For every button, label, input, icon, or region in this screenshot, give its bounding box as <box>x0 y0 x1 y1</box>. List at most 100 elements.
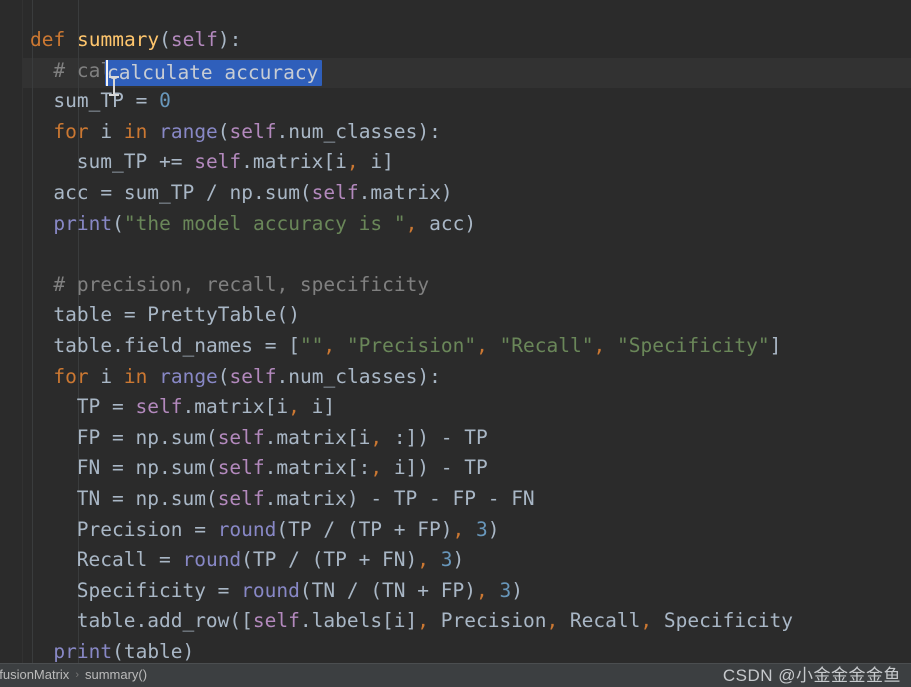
code-token: table = PrettyTable() <box>53 303 300 327</box>
code-token: acc = sum_TP / np.sum( <box>53 181 312 204</box>
code-token: in <box>123 364 148 388</box>
code-token: ( <box>159 28 171 51</box>
code-token: .num_classes): <box>276 364 441 388</box>
code-token: Recall = <box>76 548 183 572</box>
code-token: 3 <box>499 578 512 602</box>
code-line[interactable]: table.field_names = ["", "Precision", "R… <box>0 331 911 362</box>
code-token: , <box>417 548 430 572</box>
code-line[interactable]: FN = np.sum(self.matrix[:, i]) - TP <box>0 453 911 484</box>
code-token: .matrix[i <box>182 395 289 419</box>
code-token: "" <box>299 334 324 357</box>
code-line[interactable]: print(table) <box>0 637 911 663</box>
code-token: , <box>346 150 359 174</box>
watermark: CSDN @小金金金金鱼 <box>722 666 901 685</box>
code-token: .labels[i] <box>299 609 418 633</box>
breadcrumb-item[interactable]: nfusionMatrix <box>0 667 69 682</box>
code-token: ) <box>487 517 500 541</box>
code-token: Recall <box>558 609 641 633</box>
code-token: 0 <box>159 89 171 113</box>
code-line[interactable]: for i in range(self.num_classes): <box>0 117 911 148</box>
code-token: Specificity = <box>76 578 242 602</box>
code-line[interactable] <box>0 239 911 270</box>
selected-text: calculate accuracy <box>107 60 319 84</box>
code-line[interactable]: Specificity = round(TN / (TN + FP), 3) <box>0 576 911 607</box>
code-token: round <box>182 548 242 572</box>
code-line[interactable]: sum_TP = 0 <box>0 86 911 117</box>
code-token: , <box>417 609 430 633</box>
code-line[interactable]: print("the model accuracy is ", acc) <box>0 209 911 240</box>
code-token: , <box>452 517 465 541</box>
code-line[interactable]: # precision, recall, specificity <box>0 270 911 301</box>
code-token: for <box>53 364 89 388</box>
code-token: summary <box>76 28 160 51</box>
code-token: , <box>370 456 383 480</box>
code-line[interactable]: TP = self.matrix[i, i] <box>0 392 911 423</box>
code-token: "the model accuracy is " <box>123 211 406 235</box>
code-content[interactable]: def summary(self):# calculate accuracysu… <box>0 0 911 663</box>
code-token: .matrix[i <box>241 150 347 174</box>
code-token: (TP / (TP + FN) <box>241 548 418 572</box>
code-token: ] <box>769 334 782 357</box>
code-token: (TN / (TN + FP) <box>299 578 476 602</box>
code-token: , <box>546 609 559 633</box>
code-token: i <box>88 119 124 143</box>
code-token: ) <box>452 548 465 572</box>
code-token: Specificity <box>652 609 794 633</box>
code-token: i <box>88 364 124 388</box>
code-token: 3 <box>440 548 453 572</box>
breadcrumb-item[interactable]: summary() <box>85 667 147 682</box>
code-line[interactable]: FP = np.sum(self.matrix[i, :]) - TP <box>0 423 911 454</box>
code-line[interactable]: Precision = round(TP / (TP + FP), 3) <box>0 515 911 546</box>
code-token: sum_TP += <box>76 150 195 174</box>
code-token: ( <box>217 364 230 388</box>
code-token: TP = <box>76 395 136 419</box>
code-token: self <box>170 28 218 51</box>
code-token: self <box>229 119 277 143</box>
code-token: self <box>252 609 300 633</box>
breadcrumb[interactable]: nfusionMatrix › summary() <box>0 667 147 682</box>
code-token: Precision = <box>76 517 218 541</box>
code-token: .num_classes): <box>276 119 441 143</box>
code-token: # precision, recall, specificity <box>53 272 430 296</box>
code-line[interactable]: acc = sum_TP / np.sum(self.matrix) <box>0 178 911 209</box>
code-token: table.field_names = [ <box>53 334 300 357</box>
code-token: self <box>217 425 265 449</box>
code-line[interactable]: table = PrettyTable() <box>0 300 911 331</box>
code-token: Precision <box>429 609 547 633</box>
code-token: round <box>241 578 300 602</box>
code-token: self <box>311 181 359 204</box>
code-token: TN = np.sum( <box>76 487 218 510</box>
code-token: print <box>53 640 113 663</box>
code-token: , <box>640 609 653 633</box>
code-token: "Specificity" <box>616 334 770 357</box>
code-token: self <box>194 150 242 174</box>
code-token: (TP / (TP + FP) <box>276 517 453 541</box>
code-token: , <box>593 334 606 357</box>
code-token: , <box>476 334 488 357</box>
code-token: i] <box>299 395 336 419</box>
code-line[interactable]: sum_TP += self.matrix[i, i] <box>0 147 911 178</box>
code-line[interactable]: for i in range(self.num_classes): <box>0 362 911 393</box>
code-token: ( <box>112 211 124 235</box>
code-token: self <box>229 364 277 388</box>
code-line[interactable]: table.add_row([self.labels[i], Precision… <box>0 606 911 637</box>
code-token: table.add_row([ <box>76 609 253 633</box>
code-line[interactable]: Recall = round(TP / (TP + FN), 3) <box>0 545 911 576</box>
code-token: , <box>323 334 336 357</box>
code-line[interactable]: TN = np.sum(self.matrix) - TP - FP - FN <box>0 484 911 515</box>
code-token: for <box>53 119 89 143</box>
code-line[interactable]: def summary(self): <box>0 25 911 56</box>
code-token: range <box>159 364 218 388</box>
code-token: print <box>53 211 113 235</box>
code-token: acc) <box>417 211 477 235</box>
editor-viewport[interactable]: def summary(self):# calculate accuracysu… <box>0 0 911 663</box>
code-token: "Recall" <box>499 334 594 357</box>
code-token: round <box>217 517 277 541</box>
